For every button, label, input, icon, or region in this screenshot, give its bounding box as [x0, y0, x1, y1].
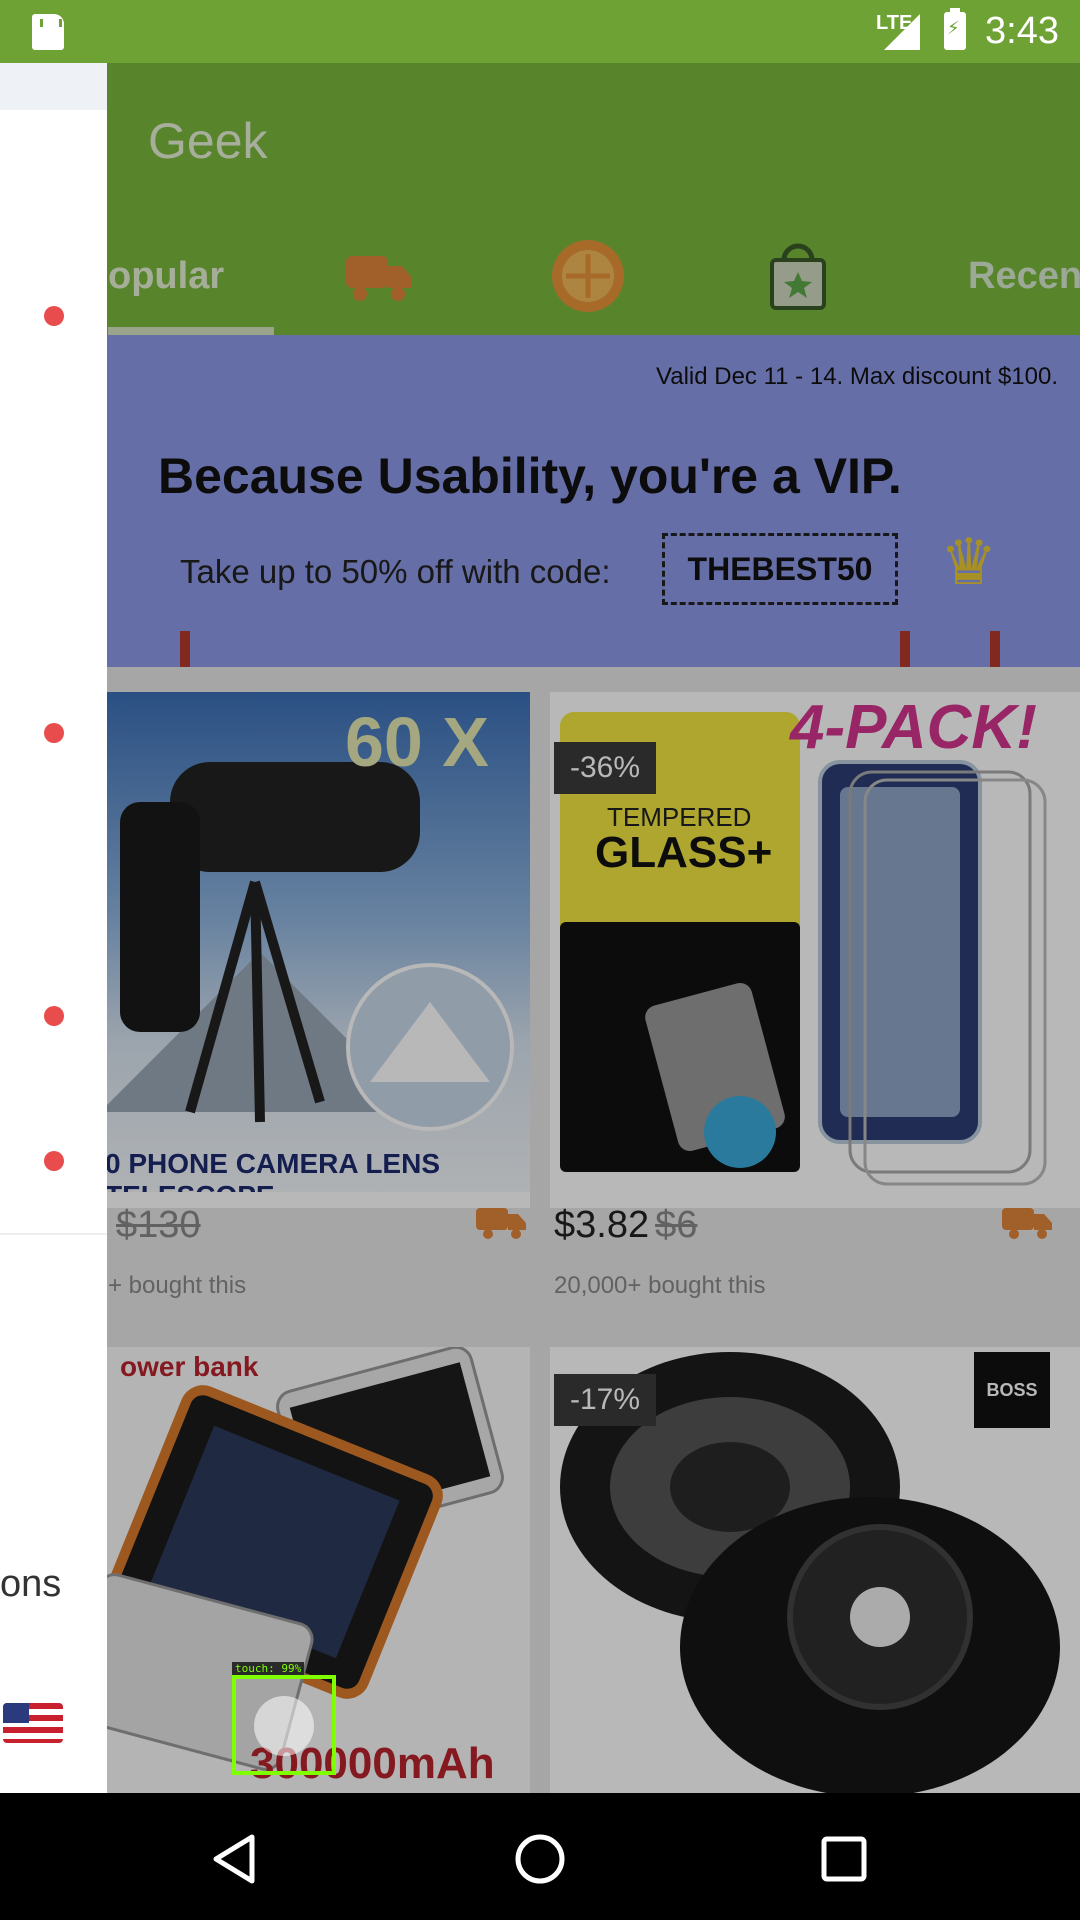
notification-dot-icon	[44, 1006, 64, 1026]
notification-dot-icon	[44, 306, 64, 326]
touch-label: touch: 99%	[232, 1662, 305, 1675]
status-bar: LTE 3:43	[0, 0, 1080, 63]
notification-dot-icon	[44, 1151, 64, 1171]
sd-card-icon	[32, 14, 64, 50]
signal-icon	[884, 14, 920, 50]
clock: 3:43	[985, 10, 1059, 52]
us-flag-icon[interactable]	[3, 1703, 63, 1743]
navigation-drawer: ons	[0, 63, 107, 1793]
back-icon[interactable]	[206, 1829, 266, 1889]
drawer-header	[0, 63, 107, 110]
home-icon[interactable]	[510, 1829, 570, 1889]
system-nav-bar	[0, 1793, 1080, 1920]
drawer-scrim[interactable]	[0, 63, 1080, 1793]
drawer-item-label[interactable]: ons	[0, 1563, 61, 1606]
notification-dot-icon	[44, 723, 64, 743]
battery-charging-icon	[944, 8, 966, 50]
recents-icon[interactable]	[814, 1829, 874, 1889]
drawer-divider	[0, 1233, 107, 1235]
touch-box	[232, 1675, 336, 1775]
